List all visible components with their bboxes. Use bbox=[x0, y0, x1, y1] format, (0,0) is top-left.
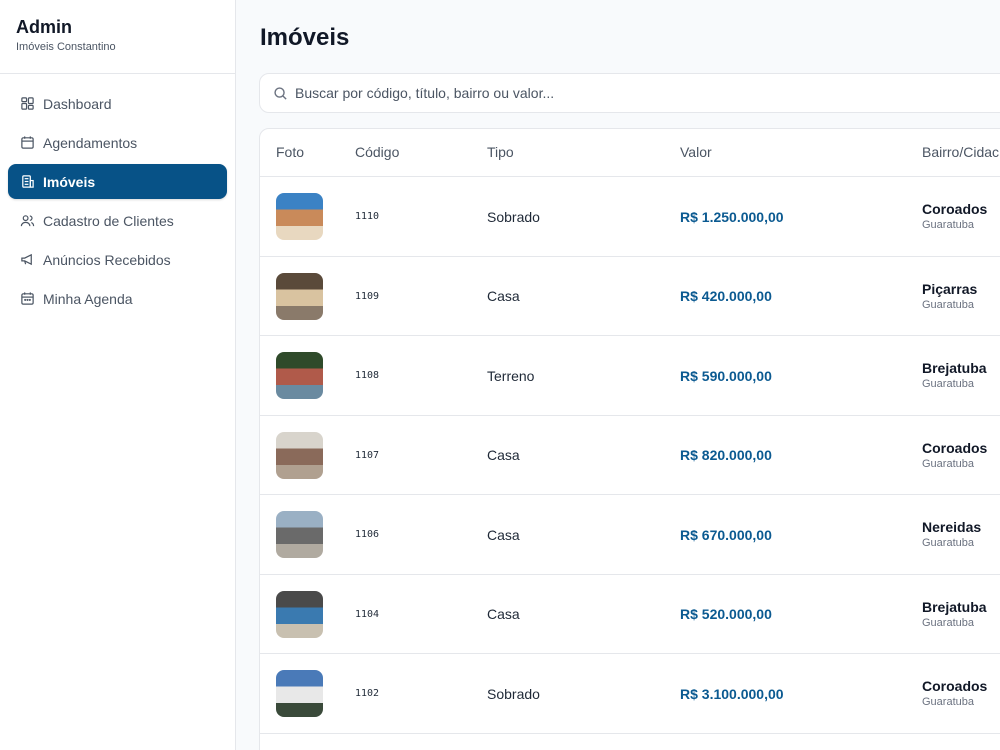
table-body: 1110 Sobrado R$ 1.250.000,00 Coroados Guarat… bbox=[260, 177, 1000, 734]
table-row[interactable]: 1107 Casa R$ 820.000,00 Coroados Guaratuba bbox=[260, 416, 1000, 495]
valor-cell: R$ 1.250.000,00 bbox=[680, 208, 784, 225]
property-photo[interactable] bbox=[276, 272, 323, 320]
photo-cell bbox=[276, 257, 323, 336]
sidebar-nav: Dashboard Agendamentos Imóveis Cadastro … bbox=[0, 74, 235, 316]
bairro-text: Brejatuba bbox=[922, 360, 987, 376]
sidebar-item-anuncios-recebidos[interactable]: Anúncios Recebidos bbox=[8, 242, 227, 277]
users-icon bbox=[19, 213, 35, 229]
cidade-text: Guaratuba bbox=[922, 219, 974, 231]
valor-cell: R$ 670.000,00 bbox=[680, 526, 772, 543]
valor-cell: R$ 590.000,00 bbox=[680, 367, 772, 384]
photo-cell bbox=[276, 336, 323, 415]
bairro-cidade-cell: Coroados Guaratuba bbox=[922, 654, 987, 733]
bairro-cidade-cell: Piçarras Guaratuba bbox=[922, 257, 977, 336]
bairro-text: Nereidas bbox=[922, 519, 982, 535]
cidade-text: Guaratuba bbox=[922, 378, 974, 390]
photo-cell bbox=[276, 575, 323, 654]
photo-cell bbox=[276, 495, 323, 574]
bairro-text: Coroados bbox=[922, 678, 988, 694]
tipo-cell: Casa bbox=[487, 447, 520, 463]
codigo-cell: 1102 bbox=[355, 688, 380, 699]
tipo-cell: Sobrado bbox=[487, 685, 540, 702]
table-row[interactable]: 1109 Casa R$ 420.000,00 Piçarras Guaratuba bbox=[260, 257, 1000, 336]
codigo-cell: 1104 bbox=[355, 608, 380, 620]
photo-cell bbox=[276, 177, 323, 256]
calendar-icon bbox=[19, 135, 35, 151]
tipo-cell: Casa bbox=[487, 606, 520, 622]
page-title: Imóveis bbox=[260, 24, 350, 51]
header-foto[interactable]: Foto bbox=[276, 144, 304, 160]
codigo-cell: 1106 bbox=[355, 529, 380, 540]
property-photo[interactable] bbox=[276, 352, 323, 399]
sidebar-item-dashboard[interactable]: Dashboard bbox=[8, 86, 227, 121]
search-icon bbox=[274, 86, 287, 100]
valor-cell: R$ 520.000,00 bbox=[680, 606, 772, 622]
brand-title: Admin bbox=[16, 17, 72, 37]
building-icon bbox=[19, 174, 35, 190]
bairro-text: Brejatuba bbox=[922, 598, 987, 615]
cidade-text: Guaratuba bbox=[922, 457, 974, 470]
codigo-cell: 1110 bbox=[355, 211, 380, 222]
bairro-text: Coroados bbox=[922, 201, 988, 217]
property-photo[interactable] bbox=[276, 670, 323, 717]
bairro-cidade-cell: Nereidas Guaratuba bbox=[922, 495, 981, 574]
sidebar: Admin Imóveis Constantino Dashboard Agen… bbox=[0, 0, 236, 750]
brand-subtitle: Imóveis Constantino bbox=[16, 41, 116, 53]
table-row[interactable]: 1110 Sobrado R$ 1.250.000,00 Coroados Guarat… bbox=[260, 177, 1000, 257]
cidade-text: Guaratuba bbox=[922, 537, 974, 549]
property-photo[interactable] bbox=[276, 431, 323, 479]
sidebar-item-agendamentos[interactable]: Agendamentos bbox=[8, 125, 227, 160]
sidebar-item-imoveis[interactable]: Imóveis bbox=[8, 164, 227, 199]
table-row[interactable]: 1104 Casa R$ 520.000,00 Brejatuba Guaratuba bbox=[260, 575, 1000, 654]
sidebar-item-label: Imóveis bbox=[43, 173, 96, 190]
dashboard-icon bbox=[19, 96, 35, 112]
tipo-cell: Casa bbox=[487, 526, 520, 543]
megaphone-icon bbox=[19, 252, 35, 268]
brand: Admin Imóveis Constantino bbox=[0, 0, 235, 74]
header-valor[interactable]: Valor bbox=[680, 144, 712, 160]
sidebar-item-minha-agenda[interactable]: Minha Agenda bbox=[8, 281, 227, 316]
table-row[interactable]: 1106 Casa R$ 670.000,00 Nereidas Guaratuba bbox=[260, 495, 1000, 575]
bairro-cidade-cell: Coroados Guaratuba bbox=[922, 416, 987, 495]
search-bar[interactable] bbox=[259, 73, 1000, 113]
main-content: Imóveis Foto Código Tipo Valor Bairro/Ci… bbox=[236, 0, 1000, 750]
bairro-text: Coroados bbox=[922, 439, 988, 456]
property-photo[interactable] bbox=[276, 590, 323, 638]
valor-cell: R$ 420.000,00 bbox=[680, 288, 772, 304]
tipo-cell: Casa bbox=[487, 288, 520, 304]
codigo-cell: 1108 bbox=[355, 370, 380, 381]
table-row[interactable]: 1102 Sobrado R$ 3.100.000,00 Coroados Guarat… bbox=[260, 654, 1000, 734]
search-input[interactable] bbox=[295, 85, 895, 101]
header-bairro-cidade[interactable]: Bairro/Cidac bbox=[922, 144, 999, 160]
header-tipo[interactable]: Tipo bbox=[487, 144, 514, 160]
sidebar-item-label: Agendamentos bbox=[43, 134, 138, 151]
cidade-text: Guaratuba bbox=[922, 696, 974, 708]
valor-cell: R$ 3.100.000,00 bbox=[680, 685, 784, 702]
bairro-cidade-cell: Brejatuba Guaratuba bbox=[922, 575, 987, 654]
valor-cell: R$ 820.000,00 bbox=[680, 447, 772, 463]
sidebar-item-label: Cadastro de Clientes bbox=[43, 212, 174, 229]
table-header: Foto Código Tipo Valor Bairro/Cidac bbox=[260, 129, 1000, 177]
header-codigo[interactable]: Código bbox=[355, 144, 399, 160]
property-photo[interactable] bbox=[276, 193, 323, 240]
calendar-icon bbox=[19, 291, 35, 307]
bairro-cidade-cell: Brejatuba Guaratuba bbox=[922, 336, 987, 415]
sidebar-item-cadastro-clientes[interactable]: Cadastro de Clientes bbox=[8, 203, 227, 238]
tipo-cell: Terreno bbox=[487, 367, 535, 384]
cidade-text: Guaratuba bbox=[922, 616, 974, 629]
cidade-text: Guaratuba bbox=[922, 298, 974, 311]
bairro-text: Piçarras bbox=[922, 280, 978, 297]
tipo-cell: Sobrado bbox=[487, 208, 540, 225]
sidebar-item-label: Dashboard bbox=[43, 95, 112, 112]
photo-cell bbox=[276, 654, 323, 733]
bairro-cidade-cell: Coroados Guaratuba bbox=[922, 177, 987, 256]
properties-table: Foto Código Tipo Valor Bairro/Cidac 1110… bbox=[259, 128, 1000, 750]
photo-cell bbox=[276, 416, 323, 495]
codigo-cell: 1107 bbox=[355, 449, 380, 461]
sidebar-item-label: Anúncios Recebidos bbox=[43, 251, 171, 268]
sidebar-item-label: Minha Agenda bbox=[43, 290, 133, 307]
table-row[interactable]: 1108 Terreno R$ 590.000,00 Brejatuba Guaratu… bbox=[260, 336, 1000, 416]
property-photo[interactable] bbox=[276, 511, 323, 558]
codigo-cell: 1109 bbox=[355, 290, 380, 302]
